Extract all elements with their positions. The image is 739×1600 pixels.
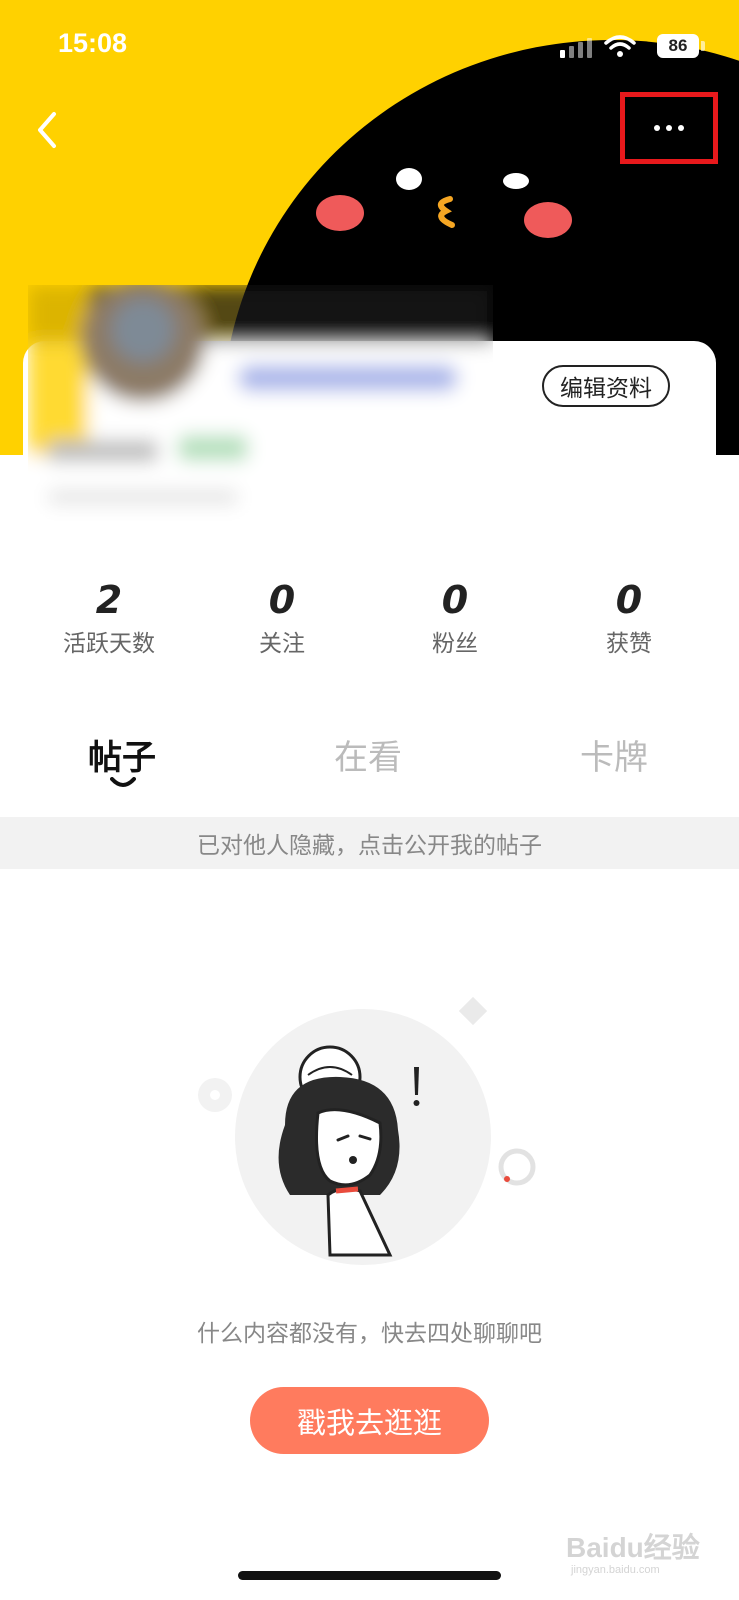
- status-time: 15:08: [58, 28, 128, 58]
- empty-state-illustration: [198, 996, 536, 1265]
- stat-likes[interactable]: 0 获赞: [559, 580, 699, 658]
- back-button[interactable]: [30, 108, 70, 152]
- stat-label: 关注: [259, 631, 305, 657]
- mascot-right-eye: [503, 173, 529, 189]
- stat-value: 0: [441, 578, 469, 622]
- tab-posts[interactable]: 帖子: [88, 730, 156, 779]
- more-options-button[interactable]: [620, 92, 718, 164]
- more-dots-icon: [625, 97, 713, 159]
- empty-state-message: 什么内容都没有，快去四处聊聊吧: [197, 1321, 542, 1347]
- stat-followers[interactable]: 0 粉丝: [385, 580, 525, 658]
- tab-watching[interactable]: 在看: [334, 730, 402, 779]
- chevron-left-icon: [38, 112, 56, 148]
- baidu-watermark-url: jingyan.baidu.com: [571, 1564, 660, 1576]
- home-indicator[interactable]: [238, 1571, 501, 1580]
- stat-label: 获赞: [606, 631, 652, 657]
- battery-level: 86: [657, 34, 699, 58]
- blurred-identity-shapes: [28, 285, 493, 525]
- go-explore-button[interactable]: 戳我去逛逛: [250, 1387, 489, 1454]
- blurred-profile-info: [28, 285, 493, 525]
- stat-label: 粉丝: [432, 631, 478, 657]
- stat-value: 2: [95, 578, 123, 622]
- stat-value: 0: [268, 578, 296, 622]
- battery-tip-icon: [701, 41, 705, 51]
- baidu-watermark-logo: Baidu经验: [566, 1532, 700, 1563]
- mascot-left-cheek: [316, 195, 364, 231]
- stat-label: 活跃天数: [63, 631, 155, 657]
- edit-profile-button[interactable]: 编辑资料: [542, 365, 670, 407]
- mascot-left-eye: [396, 168, 422, 190]
- stat-active-days[interactable]: 2 活跃天数: [39, 580, 179, 658]
- stat-following[interactable]: 0 关注: [212, 580, 352, 658]
- cellular-signal-icon: [560, 38, 592, 58]
- mascot-mouth: [437, 196, 455, 228]
- mascot-right-cheek: [524, 202, 572, 238]
- active-tab-smile-indicator: [110, 777, 136, 787]
- hidden-posts-notice[interactable]: 已对他人隐藏，点击公开我的帖子: [0, 817, 739, 869]
- stat-value: 0: [615, 578, 643, 622]
- tab-cards[interactable]: 卡牌: [580, 730, 648, 779]
- wifi-icon: [604, 35, 636, 57]
